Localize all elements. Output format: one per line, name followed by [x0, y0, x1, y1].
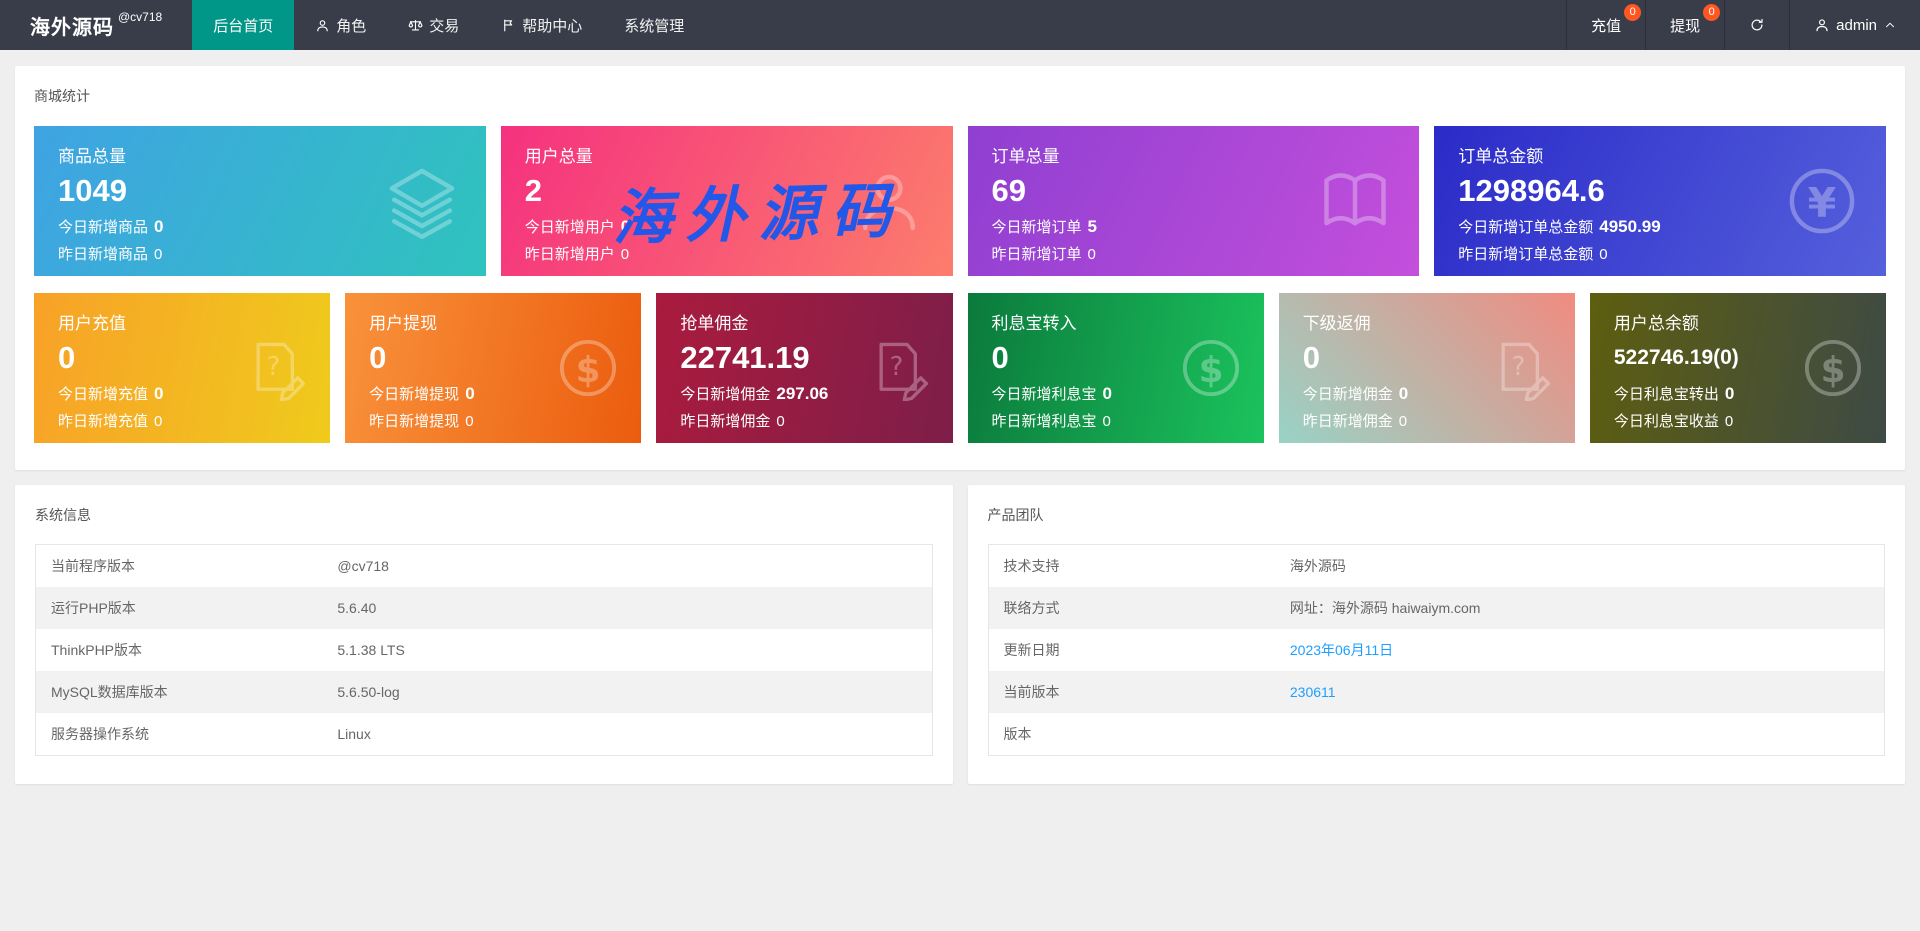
card-user-balance: 用户总余额 522746.19(0) 今日利息宝转出 0 今日利息宝收益 0: [1589, 293, 1887, 443]
recharge-badge: 0: [1624, 4, 1642, 21]
card-grab-commission: 抢单佣金 22741.19 今日新增佣金 297.06 昨日新增佣金 0: [656, 293, 953, 443]
layers-icon: [384, 163, 460, 239]
product-team-panel: 产品团队 技术支持 海外源码 联络方式 网址：海外源码 haiwaiym.com 更…: [967, 485, 1905, 784]
dollar-circle-icon: [555, 335, 621, 401]
card-user-withdraw: 用户提现 0 今日新增提现 0 昨日新增提现 0: [345, 293, 642, 443]
person-icon: [1814, 17, 1830, 33]
table-row: MySQL数据库版本 5.6.50-log: [35, 671, 932, 713]
dollar-circle-icon: [1178, 335, 1244, 401]
system-info-table: 当前程序版本 @cv718 运行PHP版本 5.6.40 ThinkPHP版本 5.1…: [35, 544, 933, 756]
table-row: 当前版本 230611: [988, 671, 1885, 713]
card-order-amount: 订单总金额 1298964.6 今日新增订单总金额 4950.99 昨日新增订单总…: [1434, 126, 1886, 276]
table-row: ThinkPHP版本 5.1.38 LTS: [51, 642, 405, 658]
book-icon: [1317, 163, 1393, 239]
flag-icon: [501, 18, 516, 33]
app-logo: 海外源码 @cv718: [0, 0, 192, 50]
chevron-up-icon: [1884, 19, 1896, 31]
update-date-link[interactable]: 2023年06月11日: [1275, 629, 1885, 671]
app-title: 海外源码: [30, 16, 114, 39]
current-version-link[interactable]: 230611: [1275, 671, 1885, 713]
product-team-title: 产品团队: [987, 507, 1044, 523]
table-row: 运行PHP版本 5.6.40: [35, 587, 932, 629]
table-row: 当前程序版本 @cv718: [51, 558, 389, 574]
navbar: 海外源码 @cv718 后台首页 角色 交易 帮助中心 系统管理 充值 0 提现…: [0, 0, 1920, 50]
card-goods-total: 商品总量 1049 今日新增商品 0 昨日新增商品 0: [34, 126, 486, 276]
withdraw-badge: 0: [1703, 4, 1721, 21]
doc-question-icon: [244, 335, 310, 401]
stats-row-2: 用户充值 0 今日新增充值 0 昨日新增充值 0 用户提现 0 今日新增提现 0 昨日…: [34, 293, 1887, 443]
main-menu: 后台首页 角色 交易 帮助中心 系统管理: [192, 0, 705, 50]
card-user-recharge: 用户充值 0 今日新增充值 0 昨日新增充值 0: [34, 293, 331, 443]
navbar-right: 充值 0 提现 0 admin: [1566, 0, 1920, 50]
card-users-total: 用户总量 2 今日新增用户 0 昨日新增用户 0: [500, 126, 953, 276]
withdraw-nav-button[interactable]: 提现 0: [1645, 0, 1724, 50]
nav-item-system[interactable]: 系统管理: [603, 0, 705, 50]
refresh-icon: [1749, 17, 1765, 33]
stats-section-title: 商城统计: [34, 88, 90, 104]
nav-item-help-center[interactable]: 帮助中心: [480, 0, 603, 50]
dollar-circle-icon: [1800, 335, 1866, 401]
bottom-panels: 系统信息 当前程序版本 @cv718 运行PHP版本 5.6.40 ThinkPHP…: [15, 485, 1905, 784]
admin-username: admin: [1836, 16, 1877, 34]
refresh-button[interactable]: [1724, 0, 1789, 50]
doc-question-icon: [1489, 335, 1555, 401]
table-row: 技术支持 海外源码: [1003, 558, 1346, 574]
main-content: 商城统计 海外源码 商品总量 1049 今日新增商品 0 昨日新增商品 0 用户总量…: [0, 66, 1920, 784]
card-orders-total: 订单总量 69 今日新增订单 5 昨日新增订单 0: [967, 126, 1420, 276]
user-icon: [315, 18, 330, 33]
shop-stats-panel: 商城统计 海外源码 商品总量 1049 今日新增商品 0 昨日新增商品 0 用户总量…: [15, 66, 1905, 470]
table-row: 联络方式 网址：海外源码 haiwaiym.com: [988, 587, 1885, 629]
scales-icon: [408, 18, 423, 33]
nav-item-roles[interactable]: 角色: [294, 0, 387, 50]
table-row: 更新日期 2023年06月11日: [988, 629, 1885, 671]
table-row: 服务器操作系统 Linux: [51, 726, 371, 742]
stats-row-1: 海外源码 商品总量 1049 今日新增商品 0 昨日新增商品 0 用户总量 2 今日…: [34, 126, 1886, 276]
recharge-nav-button[interactable]: 充值 0: [1566, 0, 1645, 50]
app-title-suffix: @cv718: [118, 10, 163, 24]
system-info-title: 系统信息: [35, 507, 91, 523]
table-row: 版本: [1003, 726, 1032, 742]
yen-circle-icon: [1784, 163, 1860, 239]
user-icon: [851, 163, 927, 239]
nav-item-trade[interactable]: 交易: [387, 0, 480, 50]
admin-menu[interactable]: admin: [1789, 0, 1920, 50]
card-interest-in: 利息宝转入 0 今日新增利息宝 0 昨日新增利息宝 0: [967, 293, 1264, 443]
card-sub-commission: 下级返佣 0 今日新增佣金 0 昨日新增佣金 0: [1278, 293, 1575, 443]
system-info-panel: 系统信息 当前程序版本 @cv718 运行PHP版本 5.6.40 ThinkPHP…: [15, 485, 953, 784]
product-team-table: 技术支持 海外源码 联络方式 网址：海外源码 haiwaiym.com 更新日期 20…: [987, 544, 1885, 756]
nav-item-home[interactable]: 后台首页: [192, 0, 295, 50]
doc-question-icon: [867, 335, 933, 401]
